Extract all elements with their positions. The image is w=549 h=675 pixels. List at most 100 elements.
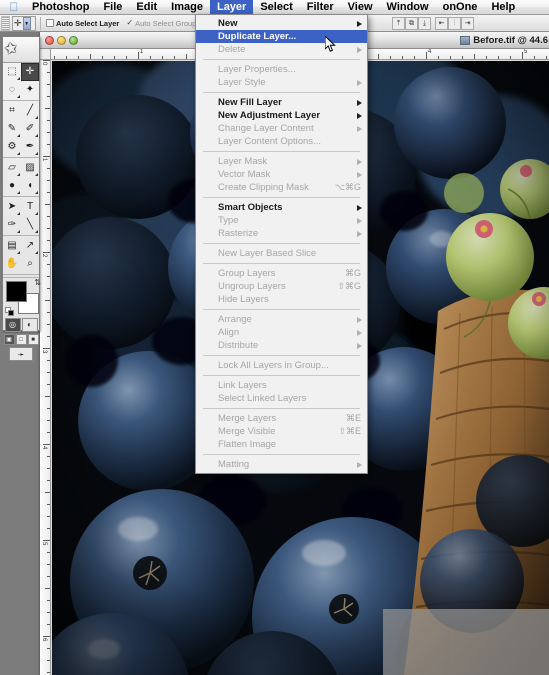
check-mark-icon: ✓ [126,18,134,27]
type-icon: T [26,201,34,212]
pen-tool[interactable]: ✑ [3,216,21,234]
eraser-tool[interactable]: ▱ [3,159,21,177]
vertical-ruler[interactable]: 01234567 [40,60,51,675]
menu-title-view[interactable]: View [341,0,380,15]
minimize-button[interactable] [57,35,66,45]
rectangular-marquee-icon: ⬚ [7,66,17,77]
blur-tool[interactable]: ● [3,177,21,195]
options-bar-grip[interactable] [1,15,10,31]
align-bottom-edges-button[interactable]: ⤓ [418,17,431,30]
menu-title-help[interactable]: Help [484,0,522,15]
tool-submenu-indicator [17,95,20,98]
history-brush-tool[interactable]: ✒ [21,138,39,156]
align-right-edges-button[interactable]: ⇥ [461,17,474,30]
healing-brush-tool[interactable]: ✎ [3,120,21,138]
auto-select-groups-option[interactable]: ✓ Auto Select Groups [126,19,200,28]
auto-select-layer-option[interactable]: Auto Select Layer [46,19,119,28]
submenu-arrow-icon [357,80,362,86]
menu-item-shortcut: ⌘E [345,413,361,423]
document-proxy-icon[interactable] [460,36,471,45]
menu-item-smart-objects[interactable]: Smart Objects [196,201,367,214]
menu-title-window[interactable]: Window [380,0,436,15]
ruler-tick [47,660,50,661]
brush-icon: ✐ [25,123,35,134]
menu-item-label: Type [218,215,239,226]
swap-colors-icon[interactable]: ⇅ [34,279,41,287]
zoom-button[interactable] [69,35,78,45]
crop-tool[interactable]: ⌗ [3,102,21,120]
gradient-tool[interactable]: ▨ [21,159,39,177]
menu-title-photoshop[interactable]: Photoshop [25,0,96,15]
menu-title-filter[interactable]: Filter [300,0,341,15]
menu-title-select[interactable]: Select [253,0,299,15]
align-vertical-centers-button[interactable]: ⧉ [405,17,418,30]
align-left-edges-button[interactable]: ⇤ [435,17,448,30]
menu-separator [203,355,360,356]
layer-menu-dropdown[interactable]: New Duplicate Layer... Delete Layer Propert… [195,14,368,474]
pen-icon: ✑ [7,219,17,230]
ruler-tick [138,52,139,59]
menu-item-new-fill-layer[interactable]: New Fill Layer [196,96,367,109]
menu-title-image[interactable]: Image [164,0,210,15]
align-top-edges-button[interactable]: ⤒ [392,17,405,30]
dodge-tool[interactable]: ◖ [21,177,39,195]
menu-item-layer-mask: Layer Mask [196,155,367,168]
line-tool[interactable]: ╲ [21,216,39,234]
default-colors-icon[interactable] [5,307,14,316]
ruler-tick [390,56,391,59]
standard-mode-button[interactable]: ◎ [4,318,21,332]
notes-tool[interactable]: ▤ [3,237,21,255]
menu-item-duplicate-layer[interactable]: Duplicate Layer... [196,30,367,43]
ruler-origin-box[interactable] [40,49,51,60]
ruler-tick [47,144,50,145]
color-swatches[interactable]: ⇅ [5,279,41,316]
quick-mask-mode-button[interactable]: ◐ [21,318,38,332]
tool-divider [3,235,39,236]
zoom-tool[interactable]: ⌕ [21,255,39,273]
toolbox-palette[interactable]: ✩ ⬚ ✛ ◌ ✦ ⌗ ╱ ✎ ✐ ⚙ ✒ ▱ ▨ ● ◖ ➤ T ✑ ╲ ▤ ↗ ✋ ⌕ ⇅ ◎ ◐ ▣ □ ■ ➛ [2,36,41,361]
menu-item-new[interactable]: New [196,17,367,30]
eyedropper-tool[interactable]: ↗ [21,237,39,255]
ruler-tick [43,60,50,61]
full-screen-with-menu-bar-button[interactable]: □ [15,334,27,345]
lasso-tool[interactable]: ◌ [3,81,21,99]
menu-title-onone[interactable]: onOne [436,0,485,15]
ruler-tick [510,56,511,59]
rectangular-marquee-tool[interactable]: ⬚ [3,63,21,81]
close-button[interactable] [45,35,54,45]
toolbox-header[interactable]: ✩ [3,37,39,63]
current-tool-preview[interactable]: ✛ ▼ [12,15,36,31]
move-icon: ✛ [25,66,35,77]
menu-item-label: Lock All Layers in Group... [218,360,329,371]
ruler-tick [43,252,50,253]
menu-title-layer[interactable]: Layer [209,0,254,15]
path-selection-tool[interactable]: ➤ [3,198,21,216]
type-tool[interactable]: T [21,198,39,216]
magic-wand-tool[interactable]: ✦ [21,81,39,99]
hand-tool[interactable]: ✋ [3,255,21,273]
menu-title-edit[interactable]: Edit [129,0,164,15]
menu-title-file[interactable]: File [96,0,129,15]
auto-select-layer-checkbox[interactable] [46,19,54,27]
apple-logo-icon[interactable]:  [3,0,25,14]
ruler-tick [47,552,50,553]
move-tool[interactable]: ✛ [21,63,39,81]
menu-item-label: Duplicate Layer... [218,31,297,42]
tool-submenu-indicator [17,152,20,155]
hand-icon: ✋ [5,258,19,269]
jump-to-imageready-button[interactable]: ➛ [9,347,33,361]
zoom-icon: ⌕ [27,258,33,269]
clone-stamp-tool[interactable]: ⚙ [3,138,21,156]
ruler-tick [438,56,439,59]
submenu-arrow-icon [357,126,362,132]
foreground-color-swatch[interactable] [6,281,27,302]
slice-tool[interactable]: ╱ [21,102,39,120]
align-horizontal-centers-button[interactable]: ⫶ [448,17,461,30]
standard-screen-mode-button[interactable]: ▣ [3,334,15,345]
brush-tool[interactable]: ✐ [21,120,39,138]
full-screen-mode-button[interactable]: ■ [27,334,39,345]
submenu-arrow-icon [357,47,362,53]
submenu-arrow-icon [357,462,362,468]
tool-preset-dropdown-icon[interactable]: ▼ [22,16,31,30]
menu-item-new-adjustment-layer[interactable]: New Adjustment Layer [196,109,367,122]
